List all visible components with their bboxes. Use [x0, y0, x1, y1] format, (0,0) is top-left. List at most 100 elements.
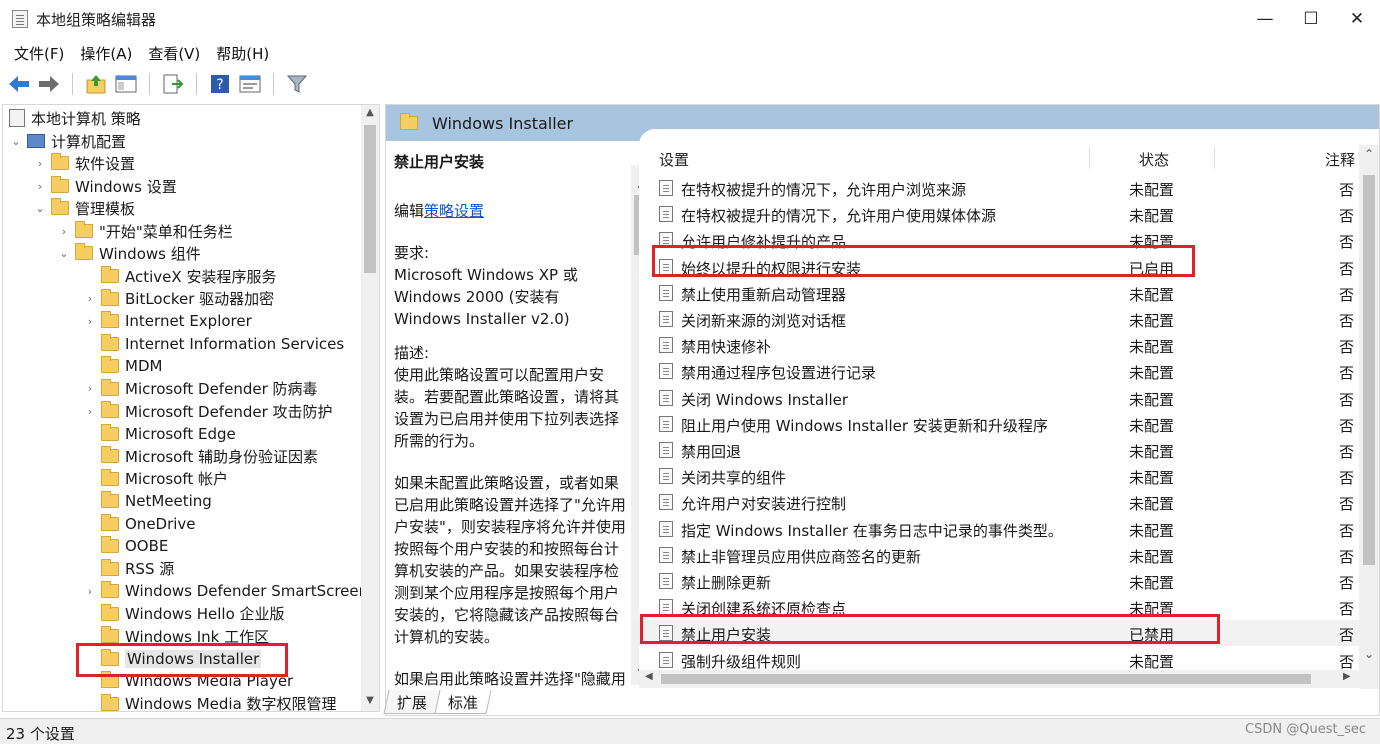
svg-text:?: ?	[216, 77, 223, 93]
menu-file[interactable]: 文件(F)	[6, 43, 72, 64]
chevron-right-icon[interactable]: ›	[33, 180, 47, 193]
export-list-button[interactable]	[160, 71, 186, 97]
setting-note: 否	[1339, 600, 1355, 619]
close-button[interactable]: ✕	[1334, 0, 1380, 38]
table-row[interactable]: 禁用快速修补 未配置 否	[639, 332, 1359, 358]
details-header-title: Windows Installer	[432, 113, 574, 133]
minimize-button[interactable]: —	[1242, 0, 1288, 38]
column-state[interactable]: 状态	[1139, 149, 1169, 170]
policy-setting-icon	[659, 363, 673, 380]
table-row[interactable]: 允许用户对安装进行控制 未配置 否	[639, 489, 1359, 515]
forward-arrow-icon	[39, 76, 59, 92]
column-divider[interactable]	[1214, 147, 1215, 169]
tree-item-component[interactable]: MDM	[3, 355, 162, 377]
chevron-right-icon[interactable]: ›	[83, 292, 97, 305]
folder-icon	[101, 401, 119, 418]
tree-item-computer-config[interactable]: ⌄ 计算机配置	[3, 130, 126, 152]
tree-item-component[interactable]: › Microsoft Defender 防病毒	[3, 378, 318, 400]
table-row[interactable]: 禁止使用重新启动管理器 未配置 否	[639, 280, 1359, 306]
tree-item-windows-components[interactable]: ⌄ Windows 组件	[3, 242, 201, 264]
table-row[interactable]: 禁用通过程序包设置进行记录 未配置 否	[639, 358, 1359, 384]
tree-scrollbar[interactable]: ▲ ▼	[361, 105, 379, 711]
chevron-left-icon[interactable]: ◀	[645, 671, 653, 682]
list-vertical-scrollbar[interactable]: ⌃ ⌄	[1359, 145, 1379, 689]
menu-help[interactable]: 帮助(H)	[208, 43, 277, 64]
tree-item-component[interactable]: NetMeeting	[3, 490, 212, 512]
tree-item-component[interactable]: Microsoft 辅助身份验证因素	[3, 445, 318, 467]
tree-item-local-policy[interactable]: 本地计算机 策略	[3, 107, 141, 129]
scroll-thumb[interactable]	[661, 674, 1311, 684]
tab-standard[interactable]: 标准	[434, 690, 492, 714]
scroll-thumb[interactable]	[1363, 175, 1375, 565]
tree-item-component[interactable]: Microsoft Edge	[3, 423, 236, 445]
chevron-right-icon[interactable]: ›	[57, 225, 71, 238]
tree-item-admin-templates[interactable]: ⌄ 管理模板	[3, 197, 135, 219]
properties-button[interactable]	[237, 71, 263, 97]
up-folder-button[interactable]	[83, 71, 109, 97]
chevron-right-icon[interactable]: ›	[83, 382, 97, 395]
help-button[interactable]: ?	[207, 71, 233, 97]
setting-name: 禁用快速修补	[681, 338, 772, 357]
tree-item-component[interactable]: Windows Media 数字权限管理	[3, 693, 337, 711]
tree-item-start-menu[interactable]: › "开始"菜单和任务栏	[3, 220, 233, 242]
chevron-right-icon[interactable]: ›	[83, 315, 97, 328]
tree-item-component[interactable]: OneDrive	[3, 513, 196, 535]
tree-item-component[interactable]: Microsoft 帐户	[3, 468, 228, 490]
setting-note: 否	[1339, 207, 1355, 226]
chevron-up-icon[interactable]: ⌃	[1359, 147, 1379, 161]
tab-extended[interactable]: 扩展	[383, 690, 441, 714]
table-row[interactable]: 禁用回退 未配置 否	[639, 437, 1359, 463]
table-row[interactable]: 关闭共享的组件 未配置 否	[639, 463, 1359, 489]
list-horizontal-scrollbar[interactable]: ◀ ▶	[639, 670, 1359, 688]
table-row[interactable]: 在特权被提升的情况下，允许用户使用媒体体源 未配置 否	[639, 201, 1359, 227]
tree-item-component[interactable]: Internet Information Services	[3, 333, 344, 355]
chevron-right-icon[interactable]: ›	[83, 405, 97, 418]
export-list-icon	[163, 74, 184, 94]
chevron-down-icon[interactable]: ⌄	[57, 247, 71, 260]
tree-item-windows-settings[interactable]: › Windows 设置	[3, 175, 177, 197]
tree-item-component[interactable]: › BitLocker 驱动器加密	[3, 288, 274, 310]
show-hide-tree-button[interactable]	[113, 71, 139, 97]
tree-item-software-settings[interactable]: › 软件设置	[3, 152, 135, 174]
folder-icon	[101, 491, 119, 508]
tree-item-component[interactable]: RSS 源	[3, 558, 174, 580]
tree-item-component[interactable]: › Internet Explorer	[3, 310, 252, 332]
tree-item-component[interactable]: › Windows Defender SmartScreen	[3, 580, 368, 602]
column-divider[interactable]	[1089, 147, 1090, 169]
menu-view[interactable]: 查看(V)	[140, 43, 208, 64]
table-row[interactable]: 关闭 Windows Installer 未配置 否	[639, 385, 1359, 411]
scroll-down-icon[interactable]: ▼	[361, 695, 379, 706]
tree-item-label: BitLocker 驱动器加密	[125, 290, 275, 308]
title-bar: 本地组策略编辑器 — ☐ ✕	[0, 0, 1380, 38]
chevron-down-icon[interactable]: ⌄	[1359, 647, 1379, 661]
table-row[interactable]: 禁止删除更新 未配置 否	[639, 568, 1359, 594]
table-row[interactable]: 禁止非管理员应用供应商签名的更新 未配置 否	[639, 542, 1359, 568]
table-row[interactable]: 阻止用户使用 Windows Installer 安装更新和升级程序 未配置 否	[639, 411, 1359, 437]
column-setting[interactable]: 设置	[659, 149, 689, 170]
maximize-button[interactable]: ☐	[1288, 0, 1334, 38]
policy-settings-link[interactable]: 策略设置	[424, 202, 484, 220]
chevron-down-icon[interactable]: ⌄	[9, 135, 23, 148]
folder-icon	[101, 468, 119, 486]
tree-item-component[interactable]: ActiveX 安装程序服务	[3, 265, 276, 287]
chevron-right-icon[interactable]: ›	[83, 585, 97, 598]
chevron-right-icon[interactable]: ▶	[1343, 671, 1351, 682]
back-button[interactable]	[6, 71, 32, 97]
tree-item-component[interactable]: Windows Hello 企业版	[3, 603, 285, 625]
menu-action[interactable]: 操作(A)	[72, 43, 140, 64]
table-row[interactable]: 关闭新来源的浏览对话框 未配置 否	[639, 306, 1359, 332]
chevron-down-icon[interactable]: ⌄	[33, 202, 47, 215]
chevron-right-icon[interactable]: ›	[33, 157, 47, 170]
table-row[interactable]: 强制升级组件规则 未配置 否	[639, 647, 1359, 673]
column-note[interactable]: 注释	[1325, 149, 1355, 170]
setting-state: 未配置	[1129, 495, 1175, 514]
filter-button[interactable]	[284, 71, 310, 97]
tree-item-component[interactable]: OOBE	[3, 535, 168, 557]
scroll-up-icon[interactable]: ▲	[361, 107, 379, 118]
table-row[interactable]: 在特权被提升的情况下，允许用户浏览来源 未配置 否	[639, 175, 1359, 201]
forward-button[interactable]	[36, 71, 62, 97]
toolbar-separator	[196, 73, 197, 95]
tree-item-component[interactable]: › Microsoft Defender 攻击防护	[3, 400, 333, 422]
table-row[interactable]: 指定 Windows Installer 在事务日志中记录的事件类型。 未配置 否	[639, 516, 1359, 542]
scroll-thumb[interactable]	[364, 125, 376, 273]
